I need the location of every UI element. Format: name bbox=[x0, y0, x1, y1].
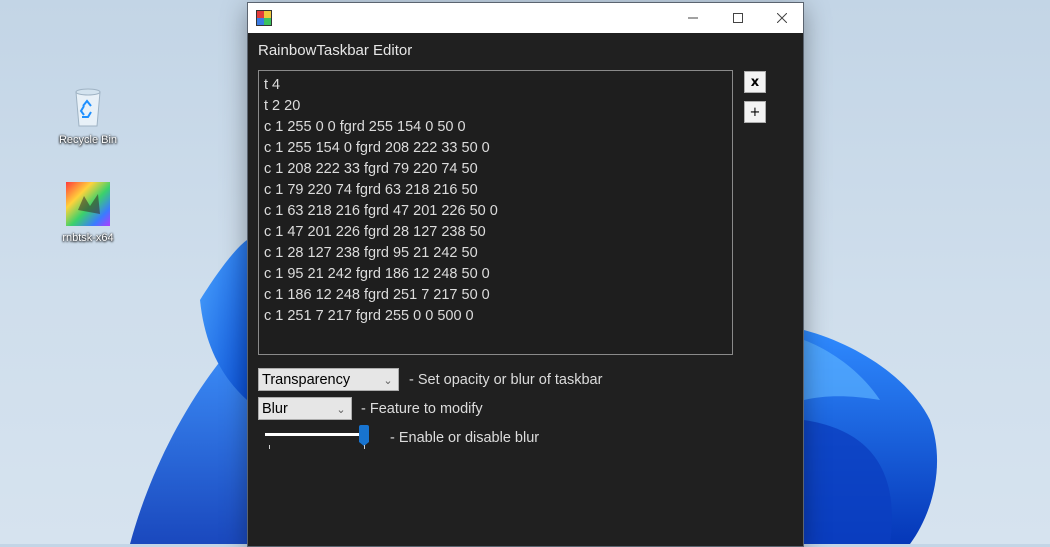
minimize-button[interactable] bbox=[670, 3, 715, 33]
blur-toggle-slider[interactable] bbox=[263, 423, 369, 453]
remove-button[interactable]: x bbox=[744, 71, 766, 93]
desktop-icon-recycle-bin[interactable]: Recycle Bin bbox=[48, 82, 128, 146]
add-button[interactable]: + bbox=[744, 101, 766, 123]
slider-tick bbox=[364, 445, 365, 449]
editor-window: RainbowTaskbar Editor t 4 t 2 20 c 1 255… bbox=[247, 2, 804, 547]
rainbow-cat-icon bbox=[64, 180, 112, 228]
chevron-down-icon: ⌄ bbox=[383, 373, 393, 387]
config-textarea[interactable]: t 4 t 2 20 c 1 255 0 0 fgrd 255 154 0 50… bbox=[258, 70, 733, 355]
slider-track bbox=[265, 433, 363, 436]
maximize-icon bbox=[732, 13, 743, 23]
feature-select-value: Blur bbox=[262, 400, 288, 417]
app-icon bbox=[256, 10, 272, 26]
maximize-button[interactable] bbox=[715, 3, 760, 33]
slider-tick bbox=[269, 445, 270, 449]
title-bar[interactable] bbox=[248, 3, 803, 33]
desktop-icon-label: Recycle Bin bbox=[58, 134, 118, 146]
minimize-icon bbox=[687, 17, 698, 19]
feature-select[interactable]: Blur ⌄ bbox=[258, 397, 352, 420]
window-heading: RainbowTaskbar Editor bbox=[258, 42, 413, 59]
close-icon bbox=[776, 13, 787, 23]
chevron-down-icon: ⌄ bbox=[336, 402, 346, 416]
recycle-bin-icon bbox=[64, 82, 112, 130]
setting-select[interactable]: Transparency ⌄ bbox=[258, 368, 399, 391]
desktop-icon-rnbtsk[interactable]: rnbtsk-x64 bbox=[48, 180, 128, 244]
feature-description: - Feature to modify bbox=[361, 401, 483, 417]
setting-select-value: Transparency bbox=[262, 371, 351, 388]
setting-description: - Set opacity or blur of taskbar bbox=[409, 372, 603, 388]
desktop-icon-label: rnbtsk-x64 bbox=[62, 232, 114, 244]
toggle-description: - Enable or disable blur bbox=[390, 430, 540, 446]
close-button[interactable] bbox=[759, 3, 804, 33]
slider-thumb[interactable] bbox=[359, 425, 369, 446]
